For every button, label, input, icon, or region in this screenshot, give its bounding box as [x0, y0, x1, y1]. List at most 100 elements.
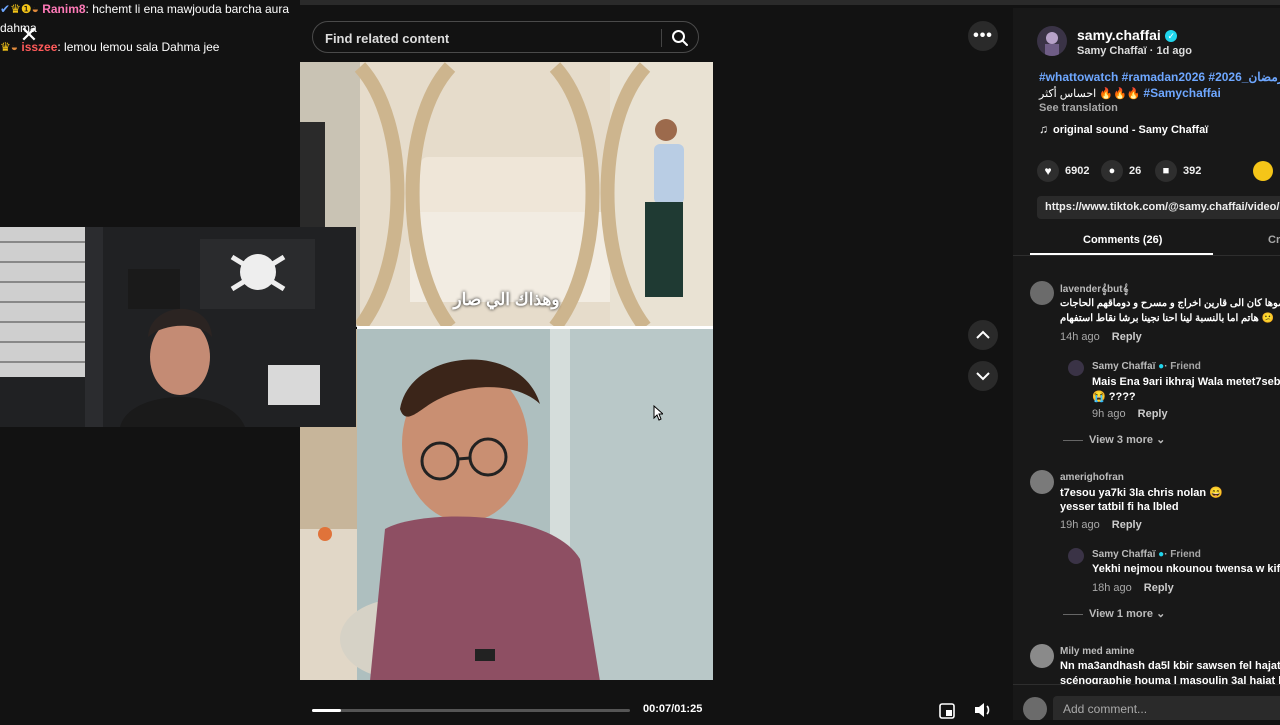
comment-icon: ●	[1101, 160, 1123, 182]
hashtag-samychaffai[interactable]: #Samychaffai	[1143, 86, 1220, 100]
reply-button[interactable]: Reply	[1112, 331, 1142, 343]
search-divider	[661, 29, 662, 47]
comment-username: Samy Chaffaï	[1092, 549, 1156, 560]
comment-text: t7esou ya7ki 3la chris nolan 😄	[1060, 487, 1223, 499]
friend-badge: · Friend	[1164, 549, 1201, 560]
author-subtitle: Samy Chaffaï · 1d ago	[1077, 45, 1192, 57]
chat-text: : lemou lemou sala Dahma jee	[57, 40, 220, 54]
comment-time: 19h ago	[1060, 519, 1100, 531]
reply-username-row[interactable]: Samy Chaffaï ●· Friend	[1092, 549, 1201, 560]
comment-text: Nn ma3andhash da5l kbir sawsen fel hajat…	[1060, 660, 1280, 672]
verified-icon: ✓	[1165, 30, 1178, 42]
description-line: احساس أكثر 🔥🔥🔥 #Samychaffai	[1039, 86, 1280, 100]
chevron-down-icon: ⌄	[1156, 608, 1166, 620]
tab-divider	[1013, 255, 1280, 256]
search-bar	[312, 21, 699, 54]
more-options-button[interactable]: •••	[968, 21, 998, 51]
mouse-cursor-icon	[653, 404, 665, 421]
video-progress-fill	[312, 709, 341, 712]
video-subtitle: وهذاك الي صار	[453, 290, 560, 309]
avatar[interactable]	[1030, 281, 1054, 305]
chat-username: Ranim8	[42, 2, 86, 16]
comment-time: 14h ago	[1060, 331, 1100, 343]
pip-button[interactable]	[937, 700, 959, 720]
comment-text: 😭 ????	[1092, 391, 1136, 403]
comment-time: 18h ago	[1092, 582, 1132, 594]
chevron-down-icon: ⌄	[1156, 434, 1166, 446]
previous-video-button[interactable]	[968, 320, 998, 350]
sound-row[interactable]: ♫ original sound - Samy Chaffaï	[1039, 122, 1280, 136]
comment-meta: 18h ago Reply	[1092, 582, 1174, 594]
view-more-label: View 3 more	[1089, 434, 1153, 446]
more-horizontal-icon: •••	[973, 27, 993, 44]
comment-username[interactable]: amerighofran	[1060, 472, 1124, 483]
tab-creator-videos[interactable]: Cre	[1268, 234, 1280, 246]
comment-text: Mais Ena 9ari ikhraj Wala metet7sebch	[1092, 376, 1280, 388]
details-panel: samy.chaffai ✓ Samy Chaffaï · 1d ago #wh…	[1013, 8, 1280, 720]
comment-meta: 19h ago Reply	[1060, 519, 1142, 531]
like-button[interactable]: ♥ 6902	[1037, 160, 1089, 182]
add-comment-input[interactable]: Add comment...	[1053, 696, 1280, 720]
hashtags[interactable]: #whattowatch #ramadan2026 #2026_رمضان	[1039, 70, 1280, 84]
view-more-replies-button[interactable]: View 1 more ⌄	[1063, 607, 1165, 620]
reply-button[interactable]: Reply	[1138, 408, 1168, 420]
webcam-overlay	[0, 227, 356, 427]
chat-message: ♛◒ isszee: lemou lemou sala Dahma jee	[0, 40, 220, 54]
friend-badge: · Friend	[1164, 361, 1201, 372]
view-more-replies-button[interactable]: View 3 more ⌄	[1063, 433, 1165, 446]
webcam-feed	[0, 227, 356, 427]
search-icon[interactable]	[670, 28, 690, 48]
chat-text: : hchemt li ena mawjouda barcha aura	[85, 2, 289, 16]
description-text: احساس أكثر 🔥🔥🔥	[1039, 88, 1141, 100]
comment-text: هاتم اما بالنسبة لينا احنا نجينا برشا نق…	[1060, 313, 1275, 324]
sound-name: original sound - Samy Chaffaï	[1053, 124, 1209, 136]
view-more-label: View 1 more	[1089, 608, 1153, 620]
comment-username[interactable]: lavender𝄞but𝄞	[1060, 284, 1129, 295]
chevron-up-icon	[976, 330, 990, 339]
top-strip	[300, 0, 1280, 5]
emoji-icon[interactable]	[1253, 161, 1273, 181]
music-note-icon: ♫	[1039, 122, 1048, 136]
author-name: samy.chaffai	[1077, 27, 1161, 43]
comment-meta: 9h ago Reply	[1092, 408, 1168, 420]
comment-text: يهم يفهموها كان الى قارين اخراج و مسرح و…	[1060, 298, 1280, 309]
volume-button[interactable]	[972, 700, 994, 720]
avatar[interactable]	[1030, 470, 1054, 494]
comment-username[interactable]: Mily med amine	[1060, 646, 1134, 657]
comment-text: yesser tatbil fi ha lbled	[1060, 501, 1179, 513]
save-count: 392	[1183, 165, 1202, 177]
reply-username-row[interactable]: Samy Chaffaï ●· Friend	[1092, 361, 1201, 372]
comment-meta: 14h ago Reply	[1060, 331, 1142, 343]
comment-button[interactable]: ● 26	[1101, 160, 1141, 182]
search-input[interactable]	[323, 22, 657, 54]
see-translation-link[interactable]: See translation	[1039, 102, 1280, 114]
video-url[interactable]: https://www.tiktok.com/@samy.chaffai/vid…	[1037, 196, 1280, 219]
avatar[interactable]	[1068, 548, 1084, 564]
volume-icon	[975, 703, 990, 717]
avatar[interactable]	[1030, 644, 1054, 668]
chevron-down-icon	[976, 372, 990, 381]
reply-button[interactable]: Reply	[1112, 519, 1142, 531]
author-name-row[interactable]: samy.chaffai ✓	[1077, 27, 1178, 45]
comment-text: Yekhi nejmou nkounou twensa w kif N	[1092, 563, 1280, 575]
avatar[interactable]	[1068, 360, 1084, 376]
comment-time: 9h ago	[1092, 408, 1126, 420]
video-progress-bar[interactable]	[312, 709, 630, 712]
comment-count: 26	[1129, 165, 1142, 177]
user-avatar	[1023, 697, 1047, 720]
stream-chat: ✔♛❶◒ Ranim8: hchemt li ena mawjouda barc…	[0, 0, 300, 57]
chat-message-cont: dahma	[0, 21, 37, 35]
picture-in-picture-icon	[939, 703, 955, 719]
description: #whattowatch #ramadan2026 #2026_رمضان اح…	[1039, 70, 1280, 136]
close-icon[interactable]: ✕	[18, 24, 40, 46]
video-time: 00:07/01:25	[643, 703, 703, 715]
video-frame-bottom	[300, 329, 713, 680]
reply-button[interactable]: Reply	[1144, 582, 1174, 594]
next-video-button[interactable]	[968, 361, 998, 391]
video-player[interactable]: وهذاك الي صار	[300, 62, 713, 680]
like-count: 6902	[1065, 165, 1090, 177]
author-avatar[interactable]	[1037, 26, 1067, 56]
heart-icon: ♥	[1037, 160, 1059, 182]
save-button[interactable]: ■ 392	[1155, 160, 1201, 182]
tab-comments[interactable]: Comments (26)	[1083, 234, 1162, 246]
